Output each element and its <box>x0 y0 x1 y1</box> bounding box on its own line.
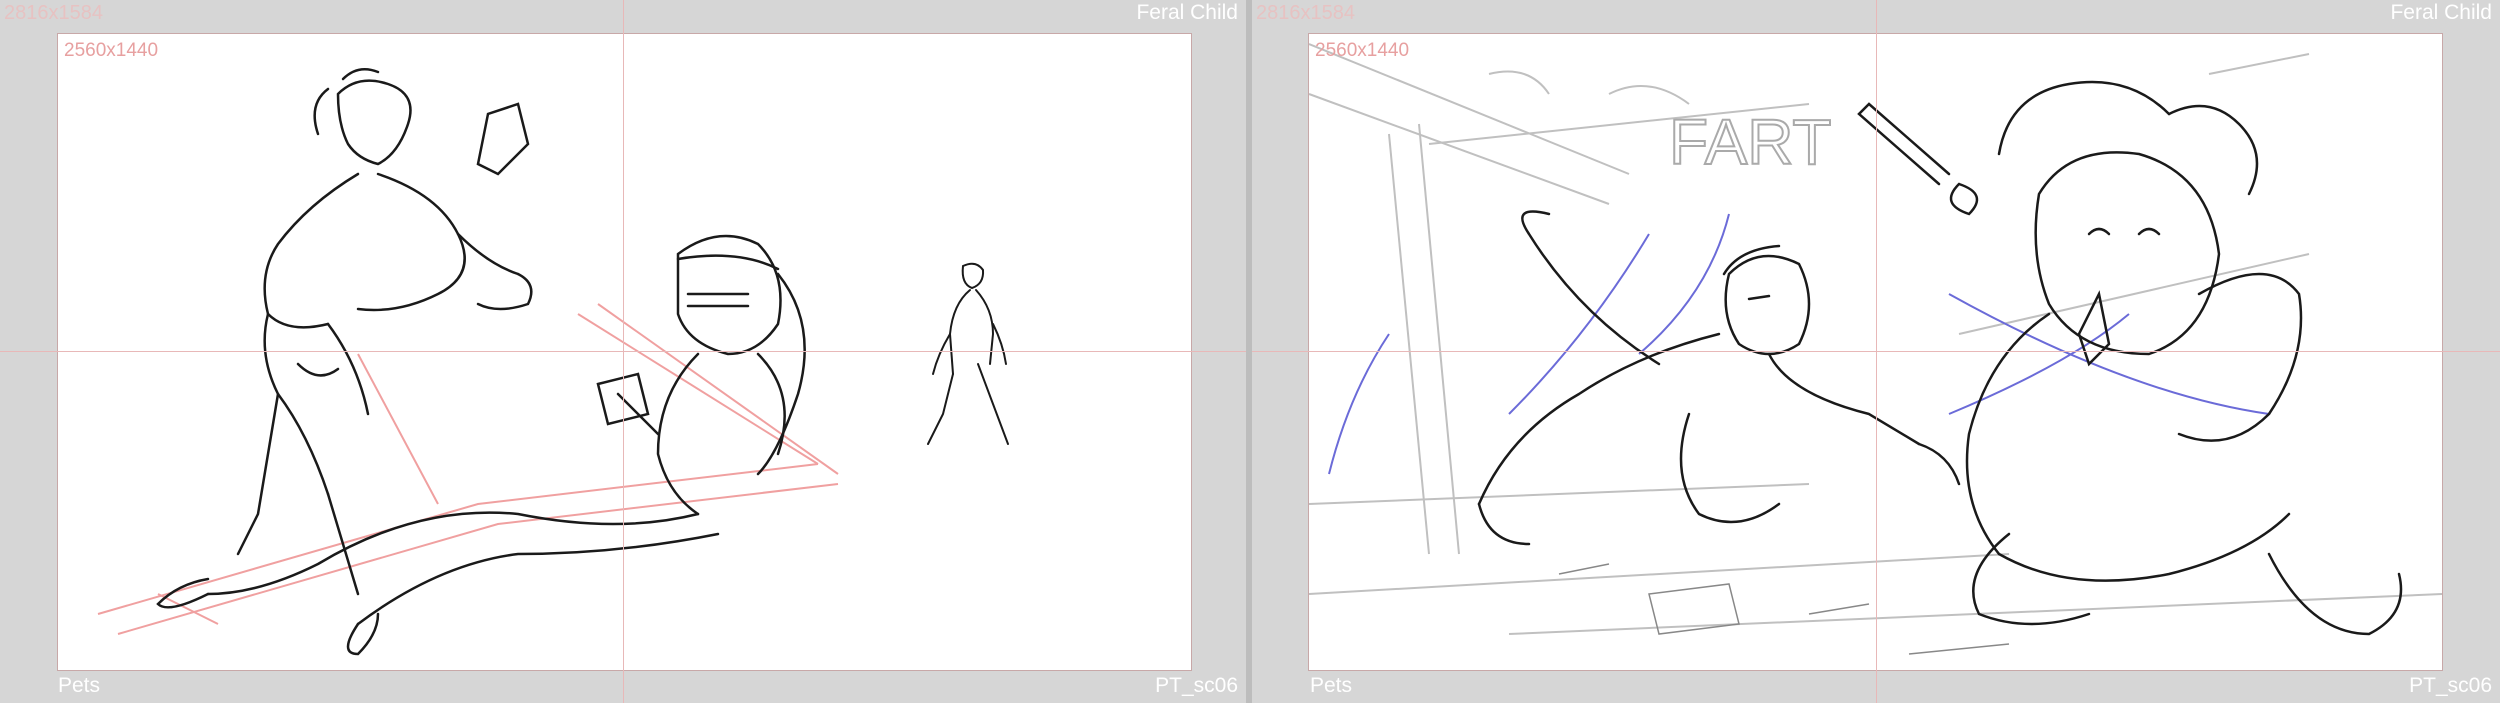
storyboard-panel-left[interactable]: 2816x1584 2560x1440 Feral Child Pets PT_… <box>0 0 1246 703</box>
safe-resolution-label: 2560x1440 <box>1315 40 1410 61</box>
floor-debris <box>1558 563 2010 655</box>
wall-scribble-text: FART <box>1669 106 1831 178</box>
project-name: Pets <box>58 674 101 697</box>
baby-figure <box>1857 80 2403 636</box>
project-title: Feral Child <box>2390 1 2492 24</box>
scene-code: PT_sc06 <box>2409 674 2492 697</box>
woman-figure <box>156 234 806 656</box>
man-figure <box>236 67 533 596</box>
safe-frame-left[interactable] <box>57 33 1192 671</box>
storyboard-workspace: 2816x1584 2560x1440 Feral Child Pets PT_… <box>0 0 2500 703</box>
project-name: Pets <box>1310 674 1353 697</box>
scene-code: PT_sc06 <box>1155 674 1238 697</box>
safe-resolution-label: 2560x1440 <box>64 40 159 61</box>
outer-resolution-label: 2816x1584 <box>4 2 103 24</box>
project-title: Feral Child <box>1136 1 1238 24</box>
storyboard-panel-right[interactable]: FART 2816x1584 2560x1440 Feral Child Pet… <box>1252 0 2500 703</box>
beach-sketch-canvas[interactable] <box>58 34 1191 670</box>
center-guide-horizontal <box>0 351 1246 352</box>
center-guide-horizontal <box>1252 351 2500 352</box>
walking-figure <box>927 262 1009 445</box>
outer-resolution-label: 2816x1584 <box>1256 2 1355 24</box>
